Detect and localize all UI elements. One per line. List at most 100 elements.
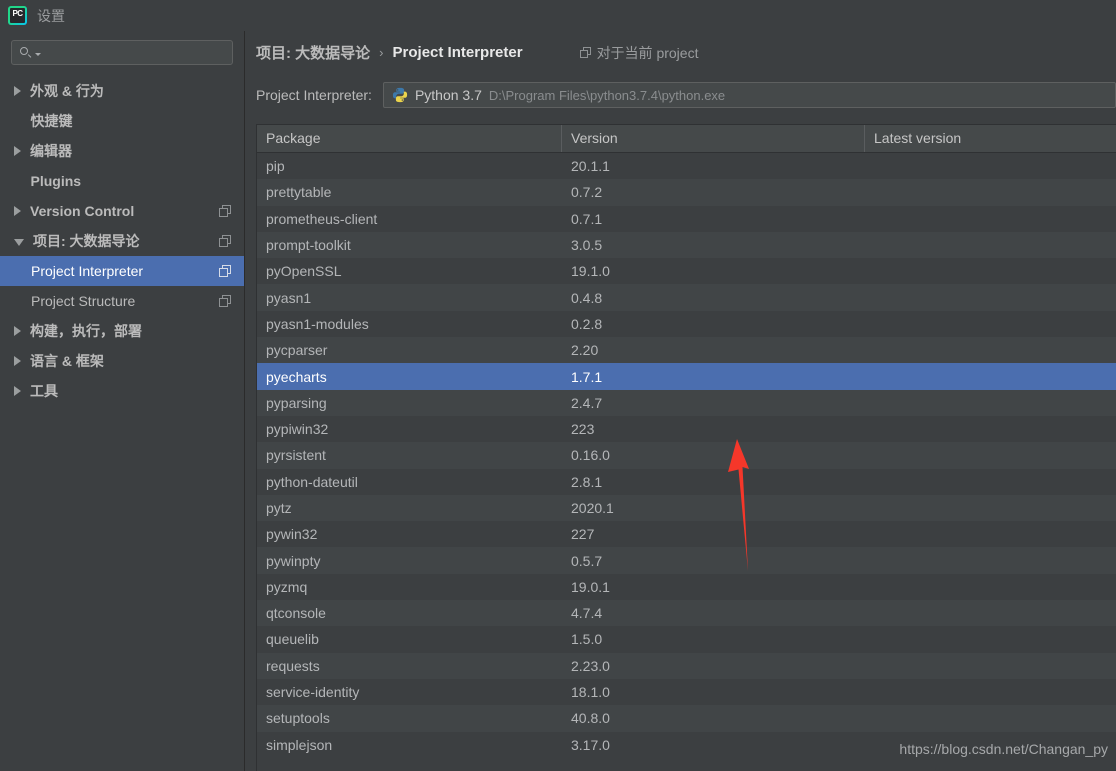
cell-version: 2.8.1 <box>571 473 603 490</box>
cell-package: pyparsing <box>266 394 327 411</box>
sidebar-item-project-interpreter[interactable]: Project Interpreter <box>0 256 244 286</box>
window-title: 设置 <box>37 7 65 24</box>
cell-version: 0.16.0 <box>571 447 610 464</box>
pycharm-icon: PC <box>8 6 27 25</box>
sidebar-item-item-5[interactable]: 项目: 大数据导论 <box>0 226 244 256</box>
cell-package: pypiwin32 <box>266 421 329 438</box>
interpreter-select[interactable]: Python 3.7 D:\Program Files\python3.7.4\… <box>382 82 1116 108</box>
cell-package: pyecharts <box>266 368 327 385</box>
cell-package: simplejson <box>266 736 333 753</box>
chevron-right-icon[interactable] <box>14 146 21 156</box>
table-row[interactable]: pypiwin32 223 <box>257 415 1116 443</box>
table-row[interactable]: pyrsistent 0.16.0 <box>257 442 1116 469</box>
cell-package: service-identity <box>266 684 360 701</box>
table-row[interactable]: qtconsole 4.7.4 <box>257 600 1116 627</box>
interpreter-path: D:\Program Files\python3.7.4\python.exe <box>488 87 726 103</box>
table-row[interactable]: pytz 2020.1 <box>257 494 1116 522</box>
dialog-body: 外观 & 行为 快捷键 编辑器 Plugins Version Control 项目: 大… <box>0 31 1116 771</box>
table-row[interactable]: prompt-toolkit 3.0.5 <box>257 231 1116 259</box>
table-row[interactable]: pyOpenSSL 19.1.0 <box>257 258 1116 285</box>
packages-table: Package Version Latest version pip 20.1.1… <box>256 124 1116 771</box>
table-row[interactable]: pycparser 2.20 <box>257 337 1116 364</box>
watermark: https://blog.csdn.net/Changan_py <box>899 741 1108 757</box>
pycharm-icon-label: PC <box>12 9 23 18</box>
chevron-right-icon[interactable] <box>14 86 21 96</box>
table-row[interactable]: pyzmq 19.0.1 <box>257 573 1116 601</box>
table-row[interactable]: setuptools 40.8.0 <box>257 705 1116 732</box>
interpreter-label: Project Interpreter: <box>256 87 372 103</box>
sidebar-item-item-9[interactable]: 语言 & 框架 <box>0 346 244 376</box>
cell-version: 3.0.5 <box>571 237 603 254</box>
interpreter-row: Project Interpreter: Python 3.7 D:\Progr… <box>245 74 1116 116</box>
table-row[interactable]: pyparsing 2.4.7 <box>257 389 1116 416</box>
column-header-version[interactable]: Version <box>562 125 865 152</box>
packages-table-body: pip 20.1.1 prettytable 0.7.2 prometheus-clie… <box>257 153 1116 758</box>
sidebar-item-label: Project Interpreter <box>31 263 144 279</box>
column-header-package[interactable]: Package <box>257 125 562 152</box>
interpreter-name: Python 3.7 <box>414 87 482 103</box>
cell-version: 3.17.0 <box>571 736 610 753</box>
column-header-latest-version[interactable]: Latest version <box>865 125 1116 152</box>
search-input[interactable] <box>11 40 233 65</box>
sidebar-item-version-control[interactable]: Version Control <box>0 196 244 226</box>
table-row[interactable]: python-dateutil 2.8.1 <box>257 468 1116 495</box>
cell-version: 4.7.4 <box>571 605 603 622</box>
cell-version: 2.20 <box>571 342 599 359</box>
main-panel: 项目: 大数据导论 › Project Interpreter 对于当前 pro… <box>245 31 1116 771</box>
chevron-right-icon[interactable] <box>14 356 21 366</box>
sidebar-item-label: 快捷键 <box>30 113 73 129</box>
sidebar-item-item-8[interactable]: 构建，执行，部署 <box>0 316 244 346</box>
sidebar-item-item-1[interactable]: 快捷键 <box>0 106 244 136</box>
table-row[interactable]: pyasn1 0.4.8 <box>257 284 1116 311</box>
cell-package: requests <box>266 657 320 674</box>
cell-package: pyzmq <box>266 578 308 595</box>
table-row[interactable]: pyasn1-modules 0.2.8 <box>257 310 1116 338</box>
sidebar-item-item-0[interactable]: 外观 & 行为 <box>0 76 244 106</box>
table-row[interactable]: pyecharts 1.7.1 <box>257 363 1116 390</box>
sidebar-item-plugins[interactable]: Plugins <box>0 166 244 196</box>
table-row[interactable]: queuelib 1.5.0 <box>257 626 1116 653</box>
chevron-down-icon[interactable] <box>14 238 24 246</box>
chevron-down-icon[interactable] <box>35 53 41 56</box>
cell-package: python-dateutil <box>266 473 358 490</box>
sidebar-item-label: Project Structure <box>31 293 136 309</box>
cell-package: pyOpenSSL <box>266 263 342 280</box>
cell-package: prompt-toolkit <box>266 237 351 254</box>
cell-version: 19.0.1 <box>571 578 610 595</box>
table-row[interactable]: prometheus-client 0.7.1 <box>257 205 1116 232</box>
sidebar-item-item-10[interactable]: 工具 <box>0 376 244 406</box>
search-icon <box>20 46 34 60</box>
table-row[interactable]: pywinpty 0.5.7 <box>257 547 1116 574</box>
cell-package: queuelib <box>266 631 319 648</box>
sidebar-item-project-structure[interactable]: Project Structure <box>0 286 244 316</box>
cell-version: 0.7.1 <box>571 210 603 227</box>
cell-version: 1.5.0 <box>571 631 603 648</box>
table-row[interactable]: pywin32 227 <box>257 521 1116 548</box>
cell-package: pyasn1-modules <box>266 315 369 332</box>
table-row[interactable]: prettytable 0.7.2 <box>257 179 1116 206</box>
table-row[interactable]: service-identity 18.1.0 <box>257 678 1116 706</box>
settings-dialog: PC 设置 外观 & 行为快捷键编辑器 Plugins Version Contro… <box>0 0 1116 771</box>
chevron-right-icon[interactable] <box>14 206 21 216</box>
cell-package: qtconsole <box>266 605 326 622</box>
cell-version: 2.23.0 <box>571 657 610 674</box>
sidebar-item-label: 项目: 大数据导论 <box>33 233 140 249</box>
cell-version: 2.4.7 <box>571 394 603 411</box>
cell-version: 0.4.8 <box>571 289 603 306</box>
breadcrumb-project[interactable]: 项目: 大数据导论 <box>256 42 370 63</box>
cell-version: 0.7.2 <box>571 184 603 201</box>
packages-table-header: Package Version Latest version <box>257 125 1116 153</box>
table-row[interactable]: pip 20.1.1 <box>257 153 1116 180</box>
sidebar-item-label: 编辑器 <box>30 143 72 159</box>
cell-version: 19.1.0 <box>571 263 610 280</box>
chevron-right-icon[interactable] <box>14 386 21 396</box>
sidebar-item-item-2[interactable]: 编辑器 <box>0 136 244 166</box>
sidebar-item-label: 构建，执行，部署 <box>30 323 142 339</box>
chevron-right-icon[interactable] <box>14 326 21 336</box>
cell-package: setuptools <box>266 710 330 727</box>
cell-version: 20.1.1 <box>571 158 610 175</box>
cell-package: pywinpty <box>266 552 321 569</box>
cell-package: pyrsistent <box>266 447 326 464</box>
table-row[interactable]: requests 2.23.0 <box>257 652 1116 679</box>
sidebar-search-wrap <box>0 31 244 72</box>
